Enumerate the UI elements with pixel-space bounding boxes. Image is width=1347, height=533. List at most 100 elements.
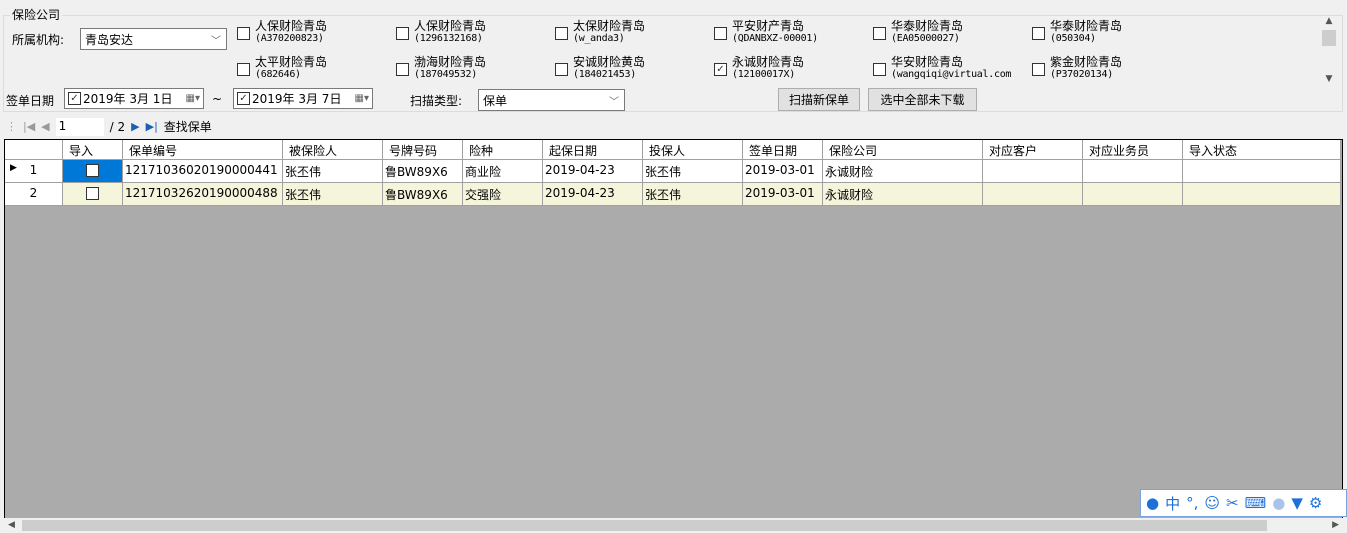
grid-cell[interactable]: 永诚财险 xyxy=(823,160,983,183)
column-header[interactable]: 保单编号 xyxy=(123,140,283,160)
org-select[interactable]: 青岛安达 ﹀ xyxy=(80,28,227,50)
last-page-icon[interactable]: ▶| xyxy=(146,120,158,133)
company-option[interactable]: 华泰财险青岛 (050304) xyxy=(1032,20,1122,44)
grid-cell[interactable]: 商业险 xyxy=(463,160,543,183)
date-from-picker[interactable]: ✓ 2019年 3月 1日 ▦▾ xyxy=(64,88,204,109)
column-header[interactable]: 签单日期 xyxy=(743,140,823,160)
grid-cell[interactable]: 2019-04-23 xyxy=(543,160,643,183)
scroll-left-icon[interactable]: ◀ xyxy=(8,520,15,530)
column-header[interactable]: 被保险人 xyxy=(283,140,383,160)
scroll-thumb[interactable] xyxy=(22,520,1267,531)
grid-cell[interactable] xyxy=(983,160,1083,183)
company-checkbox[interactable] xyxy=(237,27,250,40)
company-checkbox[interactable] xyxy=(396,63,409,76)
company-option[interactable]: 太保财险青岛 (w_anda3) xyxy=(555,20,645,44)
scissors-icon[interactable]: ✂ xyxy=(1226,494,1239,512)
horizontal-scrollbar[interactable]: ◀ ▶ xyxy=(4,518,1343,533)
first-page-icon[interactable]: |◀ xyxy=(23,120,35,133)
column-header[interactable]: 号牌号码 xyxy=(383,140,463,160)
column-header[interactable]: 对应业务员 xyxy=(1083,140,1183,160)
person-icon[interactable]: ● xyxy=(1272,494,1285,512)
find-policy-button[interactable]: 查找保单 xyxy=(164,118,212,135)
company-checkbox[interactable] xyxy=(1032,27,1045,40)
scroll-up-icon[interactable]: ▲ xyxy=(1320,16,1338,26)
column-header[interactable] xyxy=(5,140,63,160)
emoji-icon[interactable]: ☺ xyxy=(1204,494,1220,512)
company-option[interactable]: 人保财险青岛 (1296132168) xyxy=(396,20,486,44)
company-option[interactable]: ✓ 永诚财险青岛 (12100017X) xyxy=(714,56,804,80)
column-header[interactable]: 保险公司 xyxy=(823,140,983,160)
grid-cell[interactable]: 12171036020190000441 xyxy=(123,160,283,183)
ime-punct[interactable]: °, xyxy=(1186,494,1198,512)
grid-cell[interactable]: 永诚财险 xyxy=(823,183,983,206)
column-header[interactable]: 险种 xyxy=(463,140,543,160)
company-scrollbar[interactable]: ▲ ▼ xyxy=(1320,16,1338,86)
import-cell[interactable] xyxy=(63,183,123,206)
skin-icon[interactable]: ▼ xyxy=(1291,494,1303,512)
company-checkbox[interactable] xyxy=(714,27,727,40)
table-row[interactable]: ▶ 1 12171036020190000441 张丕伟 鲁BW89X6 商业险 2019-… xyxy=(5,160,1341,183)
grid-cell[interactable] xyxy=(1183,160,1341,183)
column-header[interactable]: 导入状态 xyxy=(1183,140,1341,160)
company-option[interactable]: 人保财险青岛 (A370200823) xyxy=(237,20,327,44)
company-option[interactable]: 安诚财险黄岛 (184021453) xyxy=(555,56,645,80)
date-from-checkbox[interactable]: ✓ xyxy=(68,92,81,105)
grid-cell[interactable]: 张丕伟 xyxy=(283,160,383,183)
user-icon[interactable]: ● xyxy=(1146,494,1159,512)
grid-cell[interactable]: 鲁BW89X6 xyxy=(383,183,463,206)
company-checkbox[interactable] xyxy=(873,27,886,40)
grid-cell[interactable]: 2019-03-01 xyxy=(743,160,823,183)
ime-lang[interactable]: 中 xyxy=(1165,493,1180,514)
scroll-down-icon[interactable]: ▼ xyxy=(1320,74,1338,84)
select-all-undownloaded-button[interactable]: 选中全部未下载 xyxy=(868,88,977,111)
import-cell[interactable] xyxy=(63,160,123,183)
calendar-icon[interactable]: ▦▾ xyxy=(355,93,369,104)
company-checkbox[interactable] xyxy=(1032,63,1045,76)
scan-new-button[interactable]: 扫描新保单 xyxy=(778,88,860,111)
company-checkbox[interactable]: ✓ xyxy=(714,63,727,76)
grid-cell[interactable] xyxy=(1083,183,1183,206)
grid-cell[interactable] xyxy=(983,183,1083,206)
column-header[interactable]: 对应客户 xyxy=(983,140,1083,160)
scroll-right-icon[interactable]: ▶ xyxy=(1332,520,1339,530)
company-checkbox[interactable] xyxy=(396,27,409,40)
grid-cell[interactable] xyxy=(1083,160,1183,183)
grid-cell[interactable]: 2019-03-01 xyxy=(743,183,823,206)
import-checkbox[interactable] xyxy=(86,164,99,177)
grid-cell[interactable]: 12171032620190000488 xyxy=(123,183,283,206)
keyboard-icon[interactable]: ⌨ xyxy=(1245,494,1267,512)
date-to-checkbox[interactable]: ✓ xyxy=(237,92,250,105)
calendar-icon[interactable]: ▦▾ xyxy=(186,93,200,104)
company-checkbox[interactable] xyxy=(237,63,250,76)
grid-cell[interactable]: 鲁BW89X6 xyxy=(383,160,463,183)
company-checkbox[interactable] xyxy=(555,63,568,76)
table-row[interactable]: 2 12171032620190000488 张丕伟 鲁BW89X6 交强险 2019-0… xyxy=(5,183,1341,206)
column-header[interactable]: 起保日期 xyxy=(543,140,643,160)
scan-type-select[interactable]: 保单 ﹀ xyxy=(478,89,625,111)
company-option[interactable]: 太平财险青岛 (682646) xyxy=(237,56,327,80)
grid-cell[interactable]: 2019-04-23 xyxy=(543,183,643,206)
grid-cell[interactable]: 张丕伟 xyxy=(643,183,743,206)
company-checkbox[interactable] xyxy=(555,27,568,40)
next-page-icon[interactable]: ▶ xyxy=(131,120,139,133)
company-checkbox[interactable] xyxy=(873,63,886,76)
prev-page-icon[interactable]: ◀ xyxy=(41,120,49,133)
gear-icon[interactable]: ⚙ xyxy=(1309,494,1322,512)
date-to-picker[interactable]: ✓ 2019年 3月 7日 ▦▾ xyxy=(233,88,373,109)
company-option[interactable]: 华泰财险青岛 (EA05000027) xyxy=(873,20,963,44)
grid-cell[interactable]: 2 xyxy=(5,183,63,206)
company-option[interactable]: 紫金财险青岛 (P37020134) xyxy=(1032,56,1122,80)
column-header[interactable]: 导入 xyxy=(63,140,123,160)
page-input[interactable]: 1 xyxy=(55,117,104,136)
column-header[interactable]: 投保人 xyxy=(643,140,743,160)
scroll-thumb[interactable] xyxy=(1322,30,1336,46)
grid-cell[interactable]: 张丕伟 xyxy=(643,160,743,183)
grid-cell[interactable] xyxy=(1183,183,1341,206)
company-option[interactable]: 渤海财险青岛 (187049532) xyxy=(396,56,486,80)
grid-cell[interactable]: ▶ 1 xyxy=(5,160,63,183)
grid-cell[interactable]: 张丕伟 xyxy=(283,183,383,206)
grid-cell[interactable]: 交强险 xyxy=(463,183,543,206)
company-option[interactable]: 平安财产青岛 (QDANBXZ-00001) xyxy=(714,20,818,44)
import-checkbox[interactable] xyxy=(86,187,99,200)
company-option[interactable]: 华安财险青岛 (wangqiqi@virtual.com xyxy=(873,56,1011,80)
